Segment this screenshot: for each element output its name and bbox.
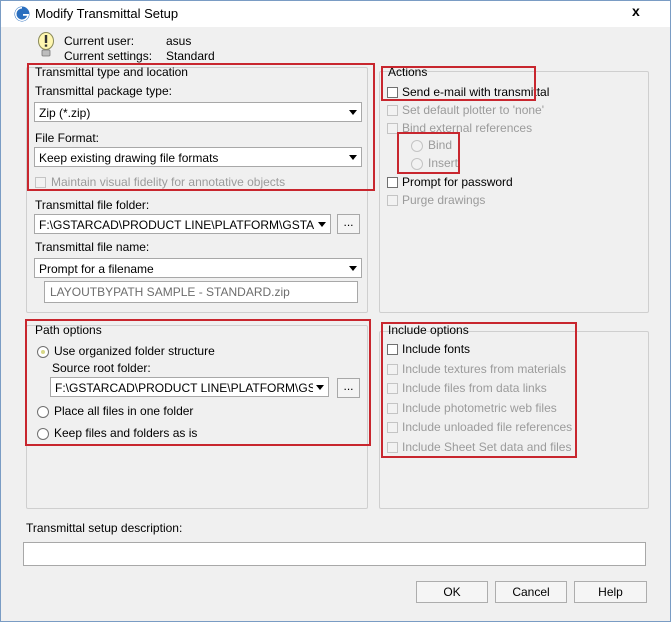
help-button[interactable]: Help [574,581,647,603]
insert-radio[interactable] [411,158,423,170]
file-format-label: File Format: [35,131,100,145]
include-data-links-label: Include files from data links [402,381,547,395]
current-settings-value: Standard [166,49,215,63]
include-photometric-checkbox[interactable] [387,403,398,414]
prompt-password-checkbox[interactable] [387,177,398,188]
title-bar: Modify Transmittal Setup x [1,1,670,27]
close-icon[interactable]: x [632,3,640,19]
lightbulb-icon [38,32,54,57]
modify-transmittal-setup-dialog: Modify Transmittal Setup x Current user:… [0,0,671,622]
include-data-links-checkbox[interactable] [387,383,398,394]
actions-legend: Actions [388,65,428,79]
source-root-browse-button[interactable]: ... [337,378,360,398]
current-user-label: Current user: [64,34,135,48]
chevron-down-icon[interactable] [345,148,361,166]
source-root-select[interactable]: F:\GSTARCAD\PRODUCT LINE\PLATFORM\GSTAR [50,377,329,397]
file-format-select[interactable]: Keep existing drawing file formats [34,147,362,167]
one-folder-radio[interactable] [37,406,49,418]
keep-as-is-radio[interactable] [37,428,49,440]
chevron-down-icon[interactable] [312,378,328,396]
description-field[interactable] [23,542,646,566]
package-type-label: Transmittal package type: [35,84,172,98]
insert-label: Insert [428,156,459,170]
organized-structure-radio[interactable] [37,346,49,358]
current-user-value: asus [166,34,192,48]
source-root-value: F:\GSTARCAD\PRODUCT LINE\PLATFORM\GSTAR [55,381,313,395]
file-format-value: Keep existing drawing file formats [39,151,219,165]
file-name-value: Prompt for a filename [39,262,154,276]
file-folder-label: Transmittal file folder: [35,198,150,212]
include-sheet-set-checkbox[interactable] [387,442,398,453]
prompt-password-label: Prompt for password [402,175,513,189]
ok-button[interactable]: OK [416,581,488,603]
description-label: Transmittal setup description: [26,521,183,535]
include-unloaded-label: Include unloaded file references [402,420,573,434]
include-unloaded-checkbox[interactable] [387,422,398,433]
default-plotter-label: Set default plotter to 'none' [402,103,545,117]
purge-drawings-checkbox[interactable] [387,195,398,206]
include-fonts-label: Include fonts [402,342,471,356]
include-sheet-set-label: Include Sheet Set data and files [402,440,572,454]
bind-xrefs-checkbox[interactable] [387,123,398,134]
package-type-value: Zip (*.zip) [39,106,91,120]
maintain-fidelity-label: Maintain visual fidelity for annotative … [51,175,286,189]
package-type-select[interactable]: Zip (*.zip) [34,102,362,122]
current-settings-label: Current settings: [64,49,153,63]
file-folder-select[interactable]: F:\GSTARCAD\PRODUCT LINE\PLATFORM\GSTARC… [34,214,331,234]
bind-xrefs-label: Bind external references [402,121,533,135]
window-title: Modify Transmittal Setup [35,6,179,21]
one-folder-label: Place all files in one folder [54,404,194,418]
maintain-fidelity-checkbox[interactable] [35,177,46,188]
file-name-select[interactable]: Prompt for a filename [34,258,362,278]
source-root-label: Source root folder: [52,361,151,375]
bind-label: Bind [428,138,453,152]
include-fonts-checkbox[interactable] [387,344,398,355]
file-folder-value: F:\GSTARCAD\PRODUCT LINE\PLATFORM\GSTARC… [39,218,315,232]
bind-radio[interactable] [411,140,423,152]
file-name-label: Transmittal file name: [35,240,150,254]
send-email-label: Send e-mail with transmittal [402,85,550,99]
include-textures-label: Include textures from materials [402,362,567,376]
default-plotter-checkbox[interactable] [387,105,398,116]
organized-structure-label: Use organized folder structure [54,344,215,358]
keep-as-is-label: Keep files and folders as is [54,426,198,440]
type-location-legend: Transmittal type and location [35,65,188,79]
chevron-down-icon[interactable] [345,259,361,277]
purge-drawings-label: Purge drawings [402,193,486,207]
chevron-down-icon[interactable] [345,103,361,121]
cancel-button[interactable]: Cancel [495,581,567,603]
app-logo-icon [14,6,30,22]
path-options-legend: Path options [35,323,102,337]
include-options-legend: Include options [388,323,469,337]
chevron-down-icon[interactable] [314,215,330,233]
include-photometric-label: Include photometric web files [402,401,557,415]
file-name-preview-field[interactable]: LAYOUTBYPATH SAMPLE - STANDARD.zip [44,281,358,303]
file-folder-browse-button[interactable]: ... [337,214,360,234]
send-email-checkbox[interactable] [387,87,398,98]
include-textures-checkbox[interactable] [387,364,398,375]
